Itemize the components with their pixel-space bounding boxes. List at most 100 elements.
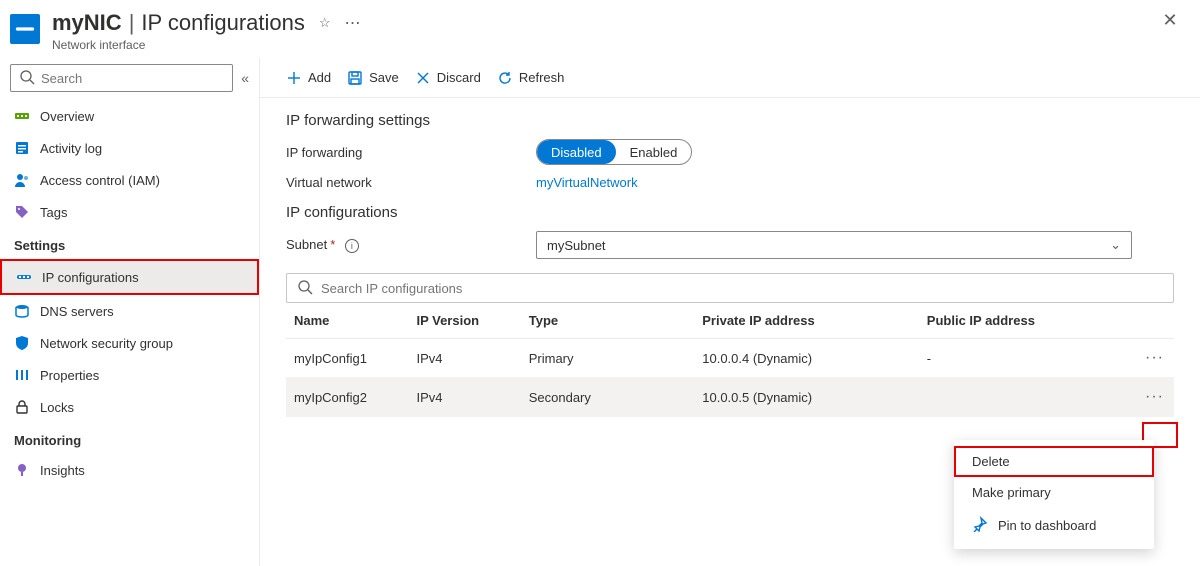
resource-type-label: Network interface xyxy=(52,38,361,52)
subnet-value: mySubnet xyxy=(547,238,606,253)
sidebar-item-nsg[interactable]: Network security group xyxy=(0,327,259,359)
sidebar-item-ip-configurations[interactable]: IP configurations xyxy=(0,259,259,295)
resource-type-icon xyxy=(10,14,40,44)
sidebar-item-tags[interactable]: Tags xyxy=(0,196,259,228)
ipconfig-private-ip: 10.0.0.4 (Dynamic) xyxy=(694,339,919,378)
ipcfg-icon xyxy=(16,269,32,285)
content-area: IP forwarding settings IP forwarding Dis… xyxy=(260,98,1200,417)
sidebar-item-iam[interactable]: Access control (IAM) xyxy=(0,164,259,196)
log-icon xyxy=(14,140,30,156)
sidebar-item-label: Access control (IAM) xyxy=(40,173,160,188)
menu-label: Make primary xyxy=(972,485,1051,500)
plus-icon xyxy=(286,70,302,86)
menu-label: Pin to dashboard xyxy=(998,518,1096,533)
sidebar-search[interactable] xyxy=(10,64,233,92)
row-more-icon[interactable]: ··· xyxy=(1143,388,1166,405)
iam-icon xyxy=(14,172,30,188)
close-icon[interactable]: ✕ xyxy=(1156,10,1184,31)
sidebar-item-overview[interactable]: Overview xyxy=(0,100,259,132)
sidebar-item-label: Properties xyxy=(40,368,99,383)
locks-icon xyxy=(14,399,30,415)
ipconfig-public-ip: - xyxy=(919,339,1133,378)
ipconfig-name[interactable]: myIpConfig1 xyxy=(286,339,408,378)
row-context-menu: Delete Make primary Pin to dashboard xyxy=(954,440,1154,549)
save-button[interactable]: Save xyxy=(347,70,399,86)
chevron-down-icon: ⌄ xyxy=(1110,237,1121,253)
insights-icon xyxy=(14,462,30,478)
sidebar-item-properties[interactable]: Properties xyxy=(0,359,259,391)
toolbar-label: Refresh xyxy=(519,70,565,85)
context-pin-to-dashboard[interactable]: Pin to dashboard xyxy=(954,508,1154,543)
toolbar-label: Add xyxy=(308,70,331,85)
ipconfig-name[interactable]: myIpConfig2 xyxy=(286,378,408,417)
toggle-enabled[interactable]: Enabled xyxy=(616,140,692,164)
table-row[interactable]: myIpConfig2 IPv4 Secondary 10.0.0.5 (Dyn… xyxy=(286,378,1174,417)
table-header-row: Name IP Version Type Private IP address … xyxy=(286,303,1174,339)
pin-icon xyxy=(972,516,988,535)
col-public-ip[interactable]: Public IP address xyxy=(919,303,1133,339)
toolbar-label: Discard xyxy=(437,70,481,85)
favorite-star-icon[interactable]: ☆ xyxy=(319,15,331,31)
section-ip-configurations: IP configurations xyxy=(286,204,1174,221)
title-more-icon[interactable]: ⋯ xyxy=(345,13,361,33)
sidebar-search-input[interactable] xyxy=(41,71,224,86)
ipconfig-public-ip xyxy=(919,378,1133,417)
virtual-network-link[interactable]: myVirtualNetwork xyxy=(536,175,638,190)
ipconfig-version: IPv4 xyxy=(408,378,520,417)
sidebar-item-label: DNS servers xyxy=(40,304,114,319)
sidebar-item-insights[interactable]: Insights xyxy=(0,454,259,486)
sidebar-item-dns-servers[interactable]: DNS servers xyxy=(0,295,259,327)
sidebar-item-locks[interactable]: Locks xyxy=(0,391,259,423)
label-virtual-network: Virtual network xyxy=(286,175,536,190)
row-more-icon[interactable]: ··· xyxy=(1143,349,1166,366)
toolbar-label: Save xyxy=(369,70,399,85)
col-type[interactable]: Type xyxy=(521,303,695,339)
sidebar-item-label: IP configurations xyxy=(42,270,139,285)
search-icon xyxy=(297,279,313,298)
blade-header: myNIC | IP configurations ☆ ⋯ Network in… xyxy=(0,0,1200,58)
toggle-disabled[interactable]: Disabled xyxy=(537,140,616,164)
sidebar-scroll[interactable]: Overview Activity log Access control (IA… xyxy=(0,100,259,566)
ipconfig-version: IPv4 xyxy=(408,339,520,378)
table-row[interactable]: myIpConfig1 IPv4 Primary 10.0.0.4 (Dynam… xyxy=(286,339,1174,378)
main-pane: Add Save Discard Refresh IP forwarding s… xyxy=(260,58,1200,566)
props-icon xyxy=(14,367,30,383)
nsg-icon xyxy=(14,335,30,351)
search-icon xyxy=(19,69,35,88)
info-icon[interactable]: i xyxy=(345,239,359,253)
ipconfig-search[interactable] xyxy=(286,273,1174,303)
col-ip-version[interactable]: IP Version xyxy=(408,303,520,339)
ipconfig-private-ip: 10.0.0.5 (Dynamic) xyxy=(694,378,919,417)
subnet-dropdown[interactable]: mySubnet ⌄ xyxy=(536,231,1132,259)
section-ip-forwarding: IP forwarding settings xyxy=(286,112,1174,129)
resource-name: myNIC xyxy=(52,10,122,36)
ip-forwarding-toggle[interactable]: Disabled Enabled xyxy=(536,139,692,165)
discard-button[interactable]: Discard xyxy=(415,70,481,86)
save-icon xyxy=(347,70,363,86)
dns-icon xyxy=(14,303,30,319)
sidebar-item-label: Network security group xyxy=(40,336,173,351)
context-make-primary[interactable]: Make primary xyxy=(954,477,1154,508)
refresh-button[interactable]: Refresh xyxy=(497,70,565,86)
ipconfig-table: Name IP Version Type Private IP address … xyxy=(286,303,1174,417)
sidebar-group-monitoring: Monitoring xyxy=(0,423,259,454)
sidebar-item-label: Activity log xyxy=(40,141,102,156)
add-button[interactable]: Add xyxy=(286,70,331,86)
label-ip-forwarding: IP forwarding xyxy=(286,145,536,160)
required-star: * xyxy=(330,237,335,252)
ipconfig-type: Primary xyxy=(521,339,695,378)
context-delete[interactable]: Delete xyxy=(954,446,1154,477)
collapse-sidebar-icon[interactable]: « xyxy=(241,70,249,86)
title-block: myNIC | IP configurations ☆ ⋯ Network in… xyxy=(52,10,361,52)
sidebar-group-settings: Settings xyxy=(0,228,259,259)
blade-title: IP configurations xyxy=(141,10,304,36)
sidebar-item-label: Locks xyxy=(40,400,74,415)
sidebar: « Overview Activity log Access control (… xyxy=(0,58,260,566)
sidebar-item-activity-log[interactable]: Activity log xyxy=(0,132,259,164)
ipconfig-search-input[interactable] xyxy=(321,281,1163,296)
label-subnet: Subnet* i xyxy=(286,237,536,253)
sidebar-item-label: Tags xyxy=(40,205,67,220)
col-private-ip[interactable]: Private IP address xyxy=(694,303,919,339)
col-name[interactable]: Name xyxy=(286,303,408,339)
tags-icon xyxy=(14,204,30,220)
